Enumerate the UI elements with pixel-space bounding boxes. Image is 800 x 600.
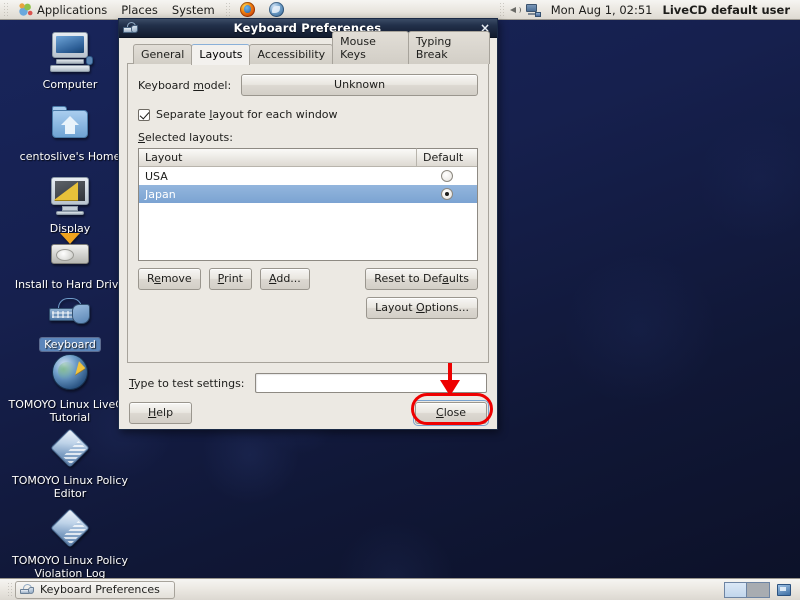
menu-places-label: Places xyxy=(121,2,158,17)
test-settings-input[interactable] xyxy=(254,373,487,393)
desktop-icon-label: TOMOYO Linux Policy Editor xyxy=(12,474,128,500)
layout-action-buttons: Remove Print Add... Reset to Defaults xyxy=(138,268,478,290)
tab-label: Mouse Keys xyxy=(340,35,376,61)
clock[interactable]: Mon Aug 1, 02:51 xyxy=(543,3,661,17)
user-label[interactable]: LiveCD default user xyxy=(663,3,794,17)
menu-system[interactable]: System xyxy=(165,1,222,19)
desktop-screen: Applications Places System Mon Aug 1, 02… xyxy=(0,0,800,600)
add-button[interactable]: Add... xyxy=(260,268,310,290)
layouts-tab-panel: Keyboard model: Unknown Separate layout … xyxy=(127,63,489,363)
keyboard-model-row: Keyboard model: Unknown xyxy=(138,74,478,96)
help-button[interactable]: Help xyxy=(129,402,193,424)
hard-drive-icon xyxy=(46,228,94,276)
network-icon[interactable] xyxy=(525,3,541,17)
tab-bar: General Layouts Accessibility Mouse Keys… xyxy=(127,31,490,65)
tab-label: Typing Break xyxy=(415,35,452,61)
desktop-icon-tomoyo-policy-editor[interactable]: TOMOYO Linux Policy Editor xyxy=(0,424,140,500)
layouts-list-header: Layout Default xyxy=(139,148,477,167)
keyboard-prefs-icon xyxy=(20,583,34,596)
tasklist-drag-handle[interactable] xyxy=(7,581,12,598)
desktop-icon-label: Computer xyxy=(42,78,98,91)
top-panel: Applications Places System Mon Aug 1, 02… xyxy=(0,0,800,20)
keyboard-preferences-window[interactable]: Keyboard Preferences × General Layouts A… xyxy=(118,18,498,430)
tab-accessibility[interactable]: Accessibility xyxy=(249,44,334,64)
tab-label: General xyxy=(141,48,185,61)
menu-system-label: System xyxy=(171,2,215,17)
test-settings-label: Type to test settings: xyxy=(129,376,245,390)
evolution-launcher-icon xyxy=(268,2,284,17)
layout-options-button[interactable]: Layout Options... xyxy=(366,297,478,319)
layout-name: Japan xyxy=(145,187,176,201)
desktop-icon-label: TOMOYO Linux Policy Violation Log xyxy=(12,554,128,580)
table-row[interactable]: USA xyxy=(139,167,477,185)
menu-places[interactable]: Places xyxy=(114,1,165,19)
keyboard-model-value: Unknown xyxy=(334,78,386,91)
tab-general[interactable]: General xyxy=(133,44,193,64)
firefox-launcher[interactable] xyxy=(233,1,262,19)
radio-icon[interactable] xyxy=(441,170,453,182)
diamond-icon xyxy=(46,504,94,552)
close-button[interactable]: Close xyxy=(413,400,489,426)
keyboard-icon xyxy=(46,288,94,336)
keyboard-model-button[interactable]: Unknown xyxy=(241,74,478,96)
dialog-body: General Layouts Accessibility Mouse Keys… xyxy=(119,31,497,430)
firefox-launcher-icon xyxy=(239,2,255,17)
separate-layout-checkbox-row[interactable]: Separate layout for each window xyxy=(138,108,478,121)
bottom-panel-right xyxy=(724,581,796,598)
separate-layout-label: Separate layout for each window xyxy=(156,108,338,121)
evolution-launcher[interactable] xyxy=(262,1,291,19)
display-icon xyxy=(46,172,94,220)
computer-icon xyxy=(46,28,94,76)
desktop-icon-label: centoslive's Home xyxy=(19,150,121,163)
dialog-footer: Help Close xyxy=(127,400,489,426)
workspace-switcher[interactable] xyxy=(724,581,770,598)
volume-icon[interactable] xyxy=(509,3,523,17)
trash-icon[interactable] xyxy=(776,582,792,598)
column-header-label: Default xyxy=(423,151,464,164)
workspace-2[interactable] xyxy=(747,582,769,597)
panel-status-area: Mon Aug 1, 02:51 LiveCD default user xyxy=(496,1,800,18)
table-row[interactable]: Japan xyxy=(139,185,477,203)
desktop-icon-tomoyo-policy-violation-log[interactable]: TOMOYO Linux Policy Violation Log xyxy=(0,504,140,580)
panel-drag-handle[interactable] xyxy=(3,1,8,18)
menu-applications[interactable]: Applications xyxy=(11,1,114,19)
home-folder-icon xyxy=(46,100,94,148)
radio-icon[interactable] xyxy=(441,188,453,200)
layouts-list[interactable]: Layout Default USA Japan xyxy=(138,148,478,261)
keyboard-prefs-icon xyxy=(123,21,138,35)
workspace-1[interactable] xyxy=(725,582,747,597)
column-header-layout[interactable]: Layout xyxy=(139,148,417,166)
tab-label: Accessibility xyxy=(257,48,326,61)
taskbar-item-keyboard-preferences[interactable]: Keyboard Preferences xyxy=(15,580,175,599)
launcher-drag-handle[interactable] xyxy=(224,1,230,18)
globe-icon xyxy=(46,348,94,396)
tab-layouts[interactable]: Layouts xyxy=(191,44,251,65)
layout-options-row: Layout Options... xyxy=(138,297,478,319)
menu-applications-label: Applications xyxy=(37,2,108,17)
gnome-foot-icon xyxy=(18,2,33,17)
remove-button[interactable]: Remove xyxy=(138,268,201,290)
layout-name: USA xyxy=(145,169,168,183)
tab-label: Layouts xyxy=(199,48,243,61)
tab-typing-break[interactable]: Typing Break xyxy=(407,31,490,64)
checkbox-icon[interactable] xyxy=(138,108,150,121)
bottom-panel: Keyboard Preferences xyxy=(0,578,800,600)
test-settings-row: Type to test settings: xyxy=(127,373,489,393)
column-header-label: Layout xyxy=(145,151,183,164)
tab-mouse-keys[interactable]: Mouse Keys xyxy=(332,31,409,64)
reset-to-defaults-button[interactable]: Reset to Defaults xyxy=(365,268,478,290)
default-radio-cell[interactable] xyxy=(417,170,477,182)
keyboard-model-label: Keyboard model: xyxy=(138,78,232,92)
print-button[interactable]: Print xyxy=(208,268,252,290)
taskbar-item-label: Keyboard Preferences xyxy=(40,583,160,596)
selected-layouts-label: Selected layouts: xyxy=(138,131,233,144)
default-radio-cell[interactable] xyxy=(417,188,477,200)
tray-drag-handle[interactable] xyxy=(498,1,504,18)
column-header-default[interactable]: Default xyxy=(417,148,477,166)
diamond-icon xyxy=(46,424,94,472)
